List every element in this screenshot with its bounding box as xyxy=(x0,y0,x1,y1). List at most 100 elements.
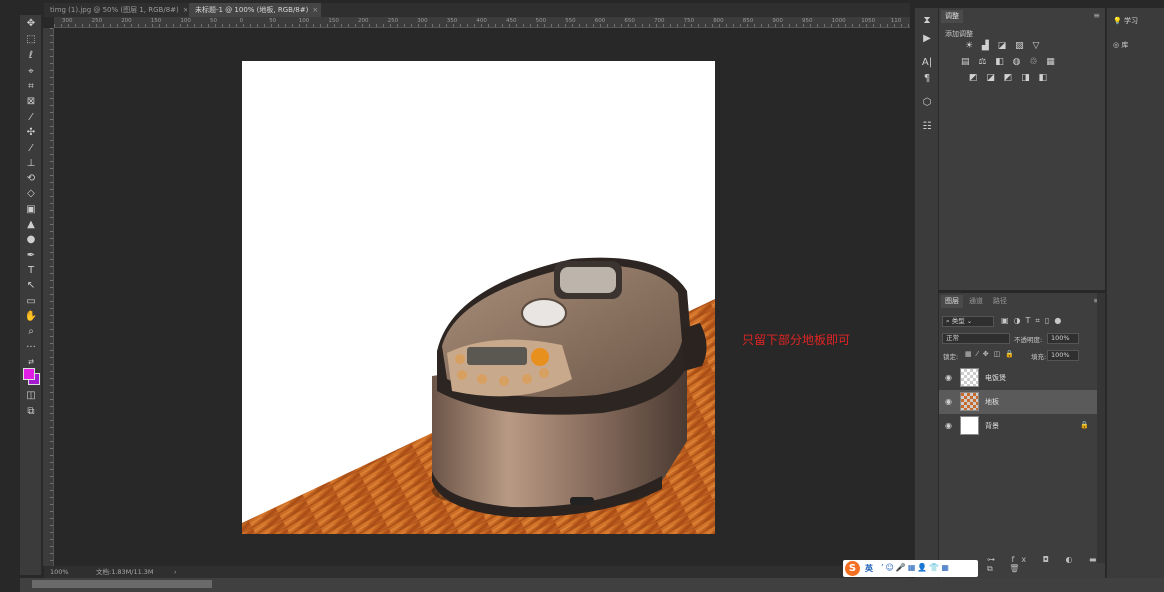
tab-paths[interactable]: 路径 xyxy=(989,295,1011,308)
path-select-icon[interactable]: ↖ xyxy=(22,279,40,293)
lasso-tool-icon[interactable]: ℓ xyxy=(22,49,40,63)
ruler-tick-label: 50 xyxy=(269,18,277,24)
foreground-color-swatch[interactable] xyxy=(23,368,35,380)
canvas-area[interactable]: 只留下部分地板即可 xyxy=(54,28,910,566)
paragraph-icon[interactable]: ¶ xyxy=(919,72,935,86)
ruler-tick-label: 400 xyxy=(476,18,487,24)
input-method-toolbar[interactable]: S 英 ʼ☺🎤▦👤👕▦ xyxy=(843,560,978,577)
layers-scrollbar[interactable] xyxy=(1097,293,1105,563)
scroll-thumb[interactable] xyxy=(32,580,212,588)
tab-layers[interactable]: 图层 xyxy=(941,295,963,308)
ruler-tick-label: 100 xyxy=(298,18,310,24)
close-icon[interactable]: × xyxy=(183,6,187,14)
ruler-tick-label: 0 xyxy=(239,18,244,24)
eyedropper-tool-icon[interactable]: ⁄ xyxy=(22,111,40,125)
layer-name: 背景 xyxy=(985,422,999,430)
quick-mask-icon[interactable]: ◫ xyxy=(22,389,40,403)
opacity-input[interactable]: 100% xyxy=(1047,333,1079,344)
filter-icons[interactable]: ▣◑T⌗▯● xyxy=(1001,316,1066,326)
ruler-tick-label: 700 xyxy=(654,18,665,24)
ime-language[interactable]: 英 xyxy=(865,563,873,574)
layer-thumbnail xyxy=(960,392,979,411)
visibility-eye-icon[interactable]: ◉ xyxy=(945,373,952,382)
canvas-annotation: 只留下部分地板即可 xyxy=(742,333,851,347)
zoom-level[interactable]: 100% xyxy=(50,566,69,578)
marquee-tool-icon[interactable]: ⬚ xyxy=(22,33,40,47)
layer-background[interactable]: ◉ 背景 🔒 xyxy=(939,414,1097,438)
learn-label: 学习 xyxy=(1123,17,1138,25)
lock-icons[interactable]: ▦⁄✥◫🔒 xyxy=(965,350,1019,358)
ruler-tick-label: 200 xyxy=(121,18,132,24)
stamp-tool-icon[interactable]: ⊥ xyxy=(22,157,40,171)
gradient-tool-icon[interactable]: ▣ xyxy=(22,203,40,217)
character-icon[interactable]: A| xyxy=(919,56,935,70)
rectangle-tool-icon[interactable]: ▭ xyxy=(22,295,40,309)
brush-tool-icon[interactable]: ⁄ xyxy=(22,142,40,156)
layer-rice-cooker[interactable]: ◉ 电饭煲 xyxy=(939,366,1097,390)
layer-thumbnail xyxy=(960,368,979,387)
ruler-tick-label: 600 xyxy=(594,18,606,24)
properties-icon[interactable]: ☷ xyxy=(919,120,935,134)
pen-tool-icon[interactable]: ✒ xyxy=(22,249,40,263)
tab-adjustments[interactable]: 调整 xyxy=(941,10,963,23)
lock-icon: 🔒 xyxy=(1080,421,1089,429)
status-arrow-icon[interactable]: › xyxy=(174,566,177,578)
layer-thumbnail xyxy=(960,416,979,435)
zoom-tool-icon[interactable]: ⌕ xyxy=(22,325,40,339)
healing-tool-icon[interactable]: ✣ xyxy=(22,126,40,140)
library-item[interactable]: ◎ 库 xyxy=(1113,40,1128,50)
visibility-eye-icon[interactable]: ◉ xyxy=(945,397,952,406)
ruler-tick-label: 1000 xyxy=(831,18,846,24)
rice-cooker-on-floor-image xyxy=(242,257,715,534)
ruler-tick-label: 100 xyxy=(180,18,191,24)
adjustment-row-1[interactable]: ☀ ▟ ◪ ▨ ▽ xyxy=(965,41,1042,53)
ime-tool-icons[interactable]: ʼ☺🎤▦👤👕▦ xyxy=(881,563,951,572)
ruler-tick-label: 450 xyxy=(506,18,517,24)
ruler-tick-label: 200 xyxy=(358,18,369,24)
opacity-label: 不透明度: xyxy=(1014,336,1043,344)
blend-mode-value: 正常 xyxy=(946,334,959,342)
adjustment-row-2[interactable]: ▤ ⚖ ◧ ◍ ♲ ▦ xyxy=(961,57,1058,69)
dodge-tool-icon[interactable]: ● xyxy=(22,233,40,247)
adjustment-row-3[interactable]: ◩ ◪ ◩ ◨ ◧ xyxy=(969,73,1050,85)
hand-tool-icon[interactable]: ✋ xyxy=(22,310,40,324)
swap-colors-icon[interactable]: ⇄ xyxy=(22,355,40,369)
screen-mode-icon[interactable]: ⧉ xyxy=(22,405,40,419)
3d-icon[interactable]: ⬡ xyxy=(919,96,935,110)
more-tools-icon[interactable]: ··· xyxy=(22,341,40,355)
close-icon[interactable]: × xyxy=(312,6,318,14)
horizontal-scrollbar[interactable] xyxy=(20,578,1164,592)
move-tool-icon[interactable]: ✥ xyxy=(22,17,40,31)
quick-select-tool-icon[interactable]: ⌖ xyxy=(22,65,40,79)
visibility-eye-icon[interactable]: ◉ xyxy=(945,421,952,430)
panel-menu-icon[interactable]: ≡ xyxy=(1093,11,1100,20)
tab-channels[interactable]: 通道 xyxy=(965,295,987,308)
ruler-tick-label: 500 xyxy=(535,18,547,24)
history-brush-icon[interactable]: ⟲ xyxy=(22,172,40,186)
crop-tool-icon[interactable]: ⌗ xyxy=(22,80,40,94)
sogou-logo-icon[interactable]: S xyxy=(845,561,860,576)
type-tool-icon[interactable]: T xyxy=(22,264,40,278)
tab-untitled[interactable]: 未标题-1 @ 100% (地板, RGB/8#) × xyxy=(189,3,321,17)
frame-tool-icon[interactable]: ⊠ xyxy=(22,95,40,109)
layer-filter-select[interactable]: ⌕ 类型 ⌄ xyxy=(942,316,994,327)
fill-input[interactable]: 100% xyxy=(1047,350,1079,361)
document-canvas[interactable] xyxy=(242,61,715,534)
learn-item[interactable]: 💡 学习 xyxy=(1113,16,1138,26)
eraser-tool-icon[interactable]: ◇ xyxy=(22,187,40,201)
layer-actions-bar[interactable]: ⊶ fx ◘ ◐ ▬ ⧉ 🗑 xyxy=(987,555,1105,574)
ruler-tick-label: 110 xyxy=(890,18,902,24)
ruler-tick-label: 350 xyxy=(446,18,458,24)
ruler-tick-label: 150 xyxy=(328,18,339,24)
ruler-tick-label: 750 xyxy=(683,18,695,24)
actions-play-icon[interactable]: ▶ xyxy=(919,32,935,46)
blur-tool-icon[interactable]: ▲ xyxy=(22,218,40,232)
lock-label: 锁定: xyxy=(943,353,959,361)
tab-timg[interactable]: timg (1).jpg @ 50% (图层 1, RGB/8#) × xyxy=(44,3,187,17)
blend-mode-select[interactable]: 正常 xyxy=(942,333,1010,344)
layer-floor[interactable]: ◉ 地板 xyxy=(939,390,1097,414)
tab-label: 未标题-1 @ 100% (地板, RGB/8#) xyxy=(195,6,309,14)
status-bar: 100% 文档:1.83M/11.3M › xyxy=(44,566,910,578)
panel-dock-icons: ⧗ ▶ A| ¶ ⬡ ☷ xyxy=(914,8,938,578)
history-icon[interactable]: ⧗ xyxy=(919,14,935,28)
